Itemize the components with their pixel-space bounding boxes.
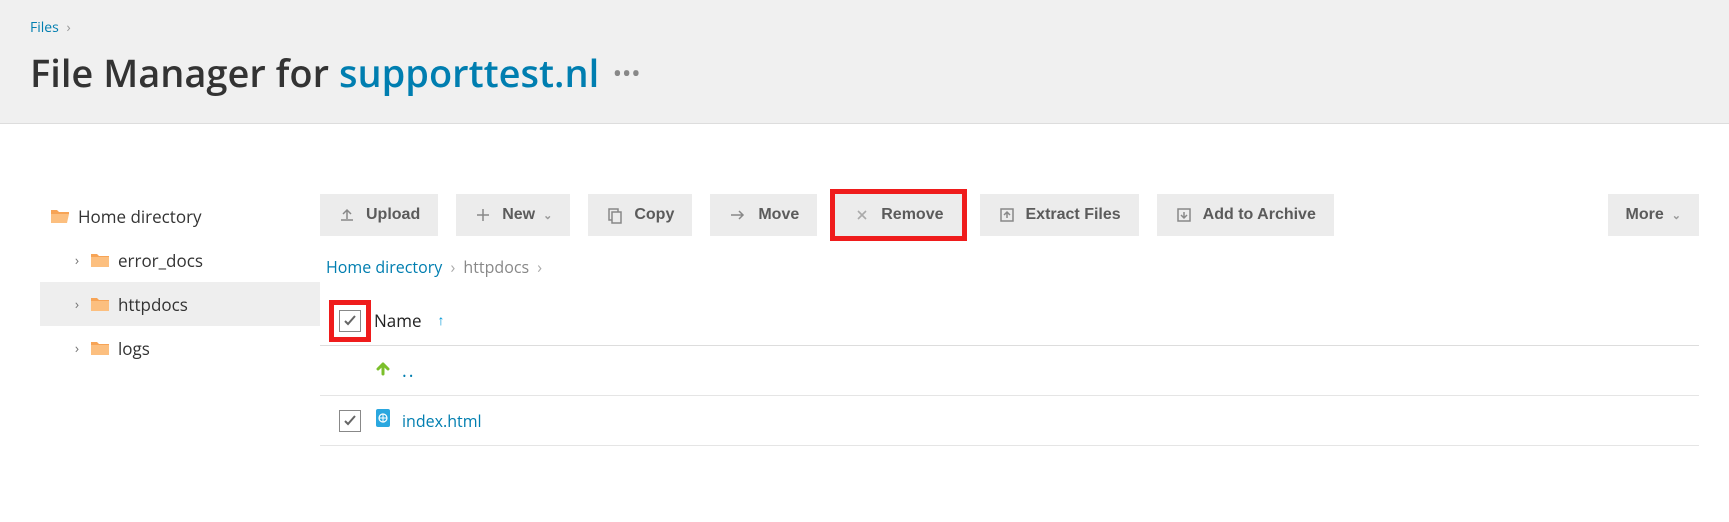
file-name-cell[interactable]: index.html xyxy=(374,408,1699,433)
tree-item-label: httpdocs xyxy=(118,293,188,316)
caret-down-icon: ⌄ xyxy=(1672,209,1681,222)
select-all-checkbox[interactable] xyxy=(339,310,361,332)
column-header-name[interactable]: Name ↑ xyxy=(374,309,1699,332)
select-all-cell xyxy=(326,310,374,332)
new-button[interactable]: New ⌄ xyxy=(456,194,570,236)
chevron-right-icon: › xyxy=(70,295,84,314)
page-title-domain[interactable]: supporttest.nl xyxy=(339,47,599,99)
up-folder-icon xyxy=(374,359,392,382)
page-title: File Manager for supporttest.nl ••• xyxy=(30,47,1699,99)
more-button[interactable]: More ⌄ xyxy=(1608,194,1699,236)
tree-item-logs[interactable]: › logs xyxy=(40,326,320,370)
folder-icon xyxy=(90,296,110,312)
table-row-parent[interactable]: .. xyxy=(320,346,1699,396)
remove-icon xyxy=(853,206,871,224)
caret-down-icon: ⌄ xyxy=(543,209,552,222)
table-row[interactable]: index.html xyxy=(320,396,1699,446)
path-home-link[interactable]: Home directory xyxy=(326,256,442,278)
chevron-right-icon: › xyxy=(70,339,84,358)
parent-dir-link[interactable]: .. xyxy=(402,359,415,383)
tree-item-error-docs[interactable]: › error_docs xyxy=(40,238,320,282)
checkbox-cell xyxy=(326,410,374,432)
folder-tree: Home directory › error_docs › httpdocs ›… xyxy=(0,194,320,446)
folder-open-icon xyxy=(50,208,70,224)
archive-icon xyxy=(1175,206,1193,224)
chevron-right-icon: › xyxy=(66,18,70,37)
breadcrumb: Files › xyxy=(30,18,1699,37)
file-link[interactable]: index.html xyxy=(402,410,482,432)
breadcrumb-files-link[interactable]: Files xyxy=(30,18,59,37)
extract-icon xyxy=(998,206,1016,224)
folder-icon xyxy=(90,252,110,268)
move-button[interactable]: Move xyxy=(710,194,817,236)
plus-icon xyxy=(474,206,492,224)
chevron-right-icon: › xyxy=(537,256,542,278)
chevron-right-icon: › xyxy=(450,256,455,278)
path-current: httpdocs xyxy=(463,256,529,278)
content-area: Upload New ⌄ Copy Move xyxy=(320,194,1729,446)
move-icon xyxy=(728,206,748,224)
page-title-prefix: File Manager for xyxy=(30,47,329,99)
upload-button[interactable]: Upload xyxy=(320,194,438,236)
copy-button[interactable]: Copy xyxy=(588,194,692,236)
tree-root-home[interactable]: Home directory xyxy=(40,194,320,238)
remove-button[interactable]: Remove xyxy=(835,194,961,236)
archive-button[interactable]: Add to Archive xyxy=(1157,194,1334,236)
file-table: Name ↑ .. xyxy=(320,296,1699,446)
toolbar: Upload New ⌄ Copy Move xyxy=(320,194,1699,236)
sort-asc-icon: ↑ xyxy=(438,311,445,330)
parent-dir-cell[interactable]: .. xyxy=(374,359,1699,383)
more-dots-icon[interactable]: ••• xyxy=(613,58,641,88)
row-checkbox[interactable] xyxy=(339,410,361,432)
html-file-icon xyxy=(374,408,392,433)
path-breadcrumb: Home directory › httpdocs › xyxy=(320,256,1699,278)
chevron-right-icon: › xyxy=(70,251,84,270)
tree-item-httpdocs[interactable]: › httpdocs xyxy=(40,282,320,326)
tree-root-label: Home directory xyxy=(78,205,202,228)
main-layout: Home directory › error_docs › httpdocs ›… xyxy=(0,124,1729,446)
tree-item-label: logs xyxy=(118,337,150,360)
tree-item-label: error_docs xyxy=(118,249,203,272)
table-header-row: Name ↑ xyxy=(320,296,1699,346)
copy-icon xyxy=(606,206,624,224)
page-header: Files › File Manager for supporttest.nl … xyxy=(0,0,1729,124)
extract-button[interactable]: Extract Files xyxy=(980,194,1139,236)
upload-icon xyxy=(338,206,356,224)
folder-icon xyxy=(90,340,110,356)
